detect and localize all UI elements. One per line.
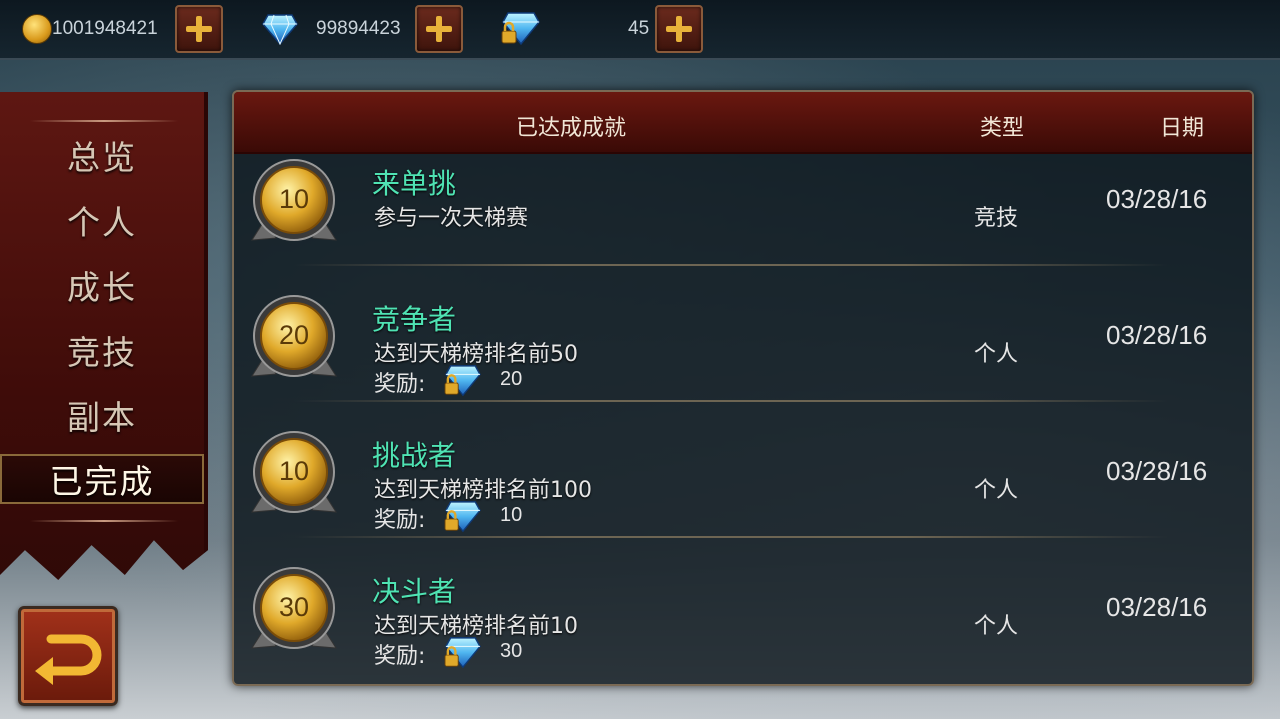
row-divider — [294, 264, 1168, 266]
achievement-title: 竞争者 — [372, 303, 457, 336]
back-button[interactable] — [18, 606, 118, 706]
sidebar-item-completed[interactable]: 已完成 — [0, 454, 204, 504]
achievement-title: 来单挑 — [372, 167, 457, 200]
add-bound-diamond-button[interactable] — [655, 5, 703, 53]
table-header: 已达成成就 类型 日期 — [234, 92, 1252, 154]
achievement-points: 10 — [278, 184, 310, 214]
sidebar-item-overview[interactable]: 总览 — [0, 130, 204, 180]
sidebar-item-personal[interactable]: 个人 — [0, 195, 204, 245]
diamond-amount: 99894423 — [316, 18, 401, 39]
reward-amount: 10 — [500, 504, 523, 526]
diamond-resource: 99894423 — [262, 4, 401, 54]
locked-diamond-icon — [444, 637, 481, 669]
reward-label: 奖励: — [374, 508, 426, 533]
achievement-row[interactable]: 30 决斗者 达到天梯榜排名前10 奖励: 30 个人 03/28/16 — [234, 562, 1252, 684]
achievement-title: 挑战者 — [372, 439, 457, 472]
reward-amount: 20 — [500, 368, 523, 390]
achievement-type: 个人 — [974, 478, 1019, 503]
locked-diamond-icon — [501, 12, 540, 46]
category-sidebar: 总览 个人 成长 竞技 副本 已完成 — [0, 92, 208, 581]
achievement-description: 达到天梯榜排名前100 — [374, 478, 592, 503]
add-gold-button[interactable] — [175, 5, 223, 53]
achievement-row[interactable]: 10 来单挑 参与一次天梯赛 竞技 03/28/16 — [234, 154, 1252, 290]
achievement-row[interactable]: 10 挑战者 达到天梯榜排名前100 奖励: 10 个人 03/28/16 — [234, 426, 1252, 562]
bound-diamond-amount: 45 — [628, 18, 650, 39]
gold-coin-icon — [22, 14, 52, 44]
achievement-date: 03/28/16 — [1106, 320, 1208, 350]
reward-label: 奖励: — [374, 372, 426, 397]
back-arrow-icon — [35, 634, 102, 685]
achievement-date: 03/28/16 — [1106, 184, 1208, 214]
row-divider — [294, 400, 1168, 402]
add-diamond-button[interactable] — [415, 5, 463, 53]
header-type: 类型 — [980, 116, 1025, 141]
sidebar-item-growth[interactable]: 成长 — [0, 260, 204, 310]
locked-diamond-icon — [444, 365, 481, 397]
reward-amount: 30 — [500, 640, 523, 662]
achievement-row[interactable]: 20 竞争者 达到天梯榜排名前50 奖励: 20 个人 03/28/16 — [234, 290, 1252, 426]
header-achievement: 已达成成就 — [516, 116, 627, 141]
sidebar-item-arena[interactable]: 竞技 — [0, 325, 204, 375]
sidebar-item-dungeon[interactable]: 副本 — [0, 390, 204, 440]
locked-diamond-icon — [444, 501, 481, 533]
achievement-type: 竞技 — [974, 206, 1019, 231]
achievement-date: 03/28/16 — [1106, 456, 1208, 486]
achievement-type: 个人 — [974, 614, 1019, 639]
achievement-date: 03/28/16 — [1106, 592, 1208, 622]
reward-label: 奖励: — [374, 644, 426, 669]
gold-resource: 1001948421 — [22, 4, 158, 54]
achievement-title: 决斗者 — [372, 575, 457, 608]
achievement-points: 20 — [278, 320, 310, 350]
diamond-icon — [262, 14, 298, 45]
achievement-description: 参与一次天梯赛 — [374, 206, 529, 231]
top-resource-bar: 1001948421 99894423 45 — [0, 0, 1280, 60]
gold-amount: 1001948421 — [52, 18, 158, 39]
bound-diamond-resource: 45 — [500, 4, 649, 54]
achievement-points: 10 — [278, 456, 310, 486]
achievement-type: 个人 — [974, 342, 1019, 367]
achievement-points: 30 — [278, 592, 310, 622]
row-divider — [294, 536, 1168, 538]
header-date: 日期 — [1160, 116, 1205, 141]
achievements-panel: 已达成成就 类型 日期 10 来单挑 参与一次天梯赛 竞技 03/28/16 2… — [232, 90, 1254, 686]
sidebar-divider — [30, 120, 178, 122]
sidebar-divider — [30, 520, 178, 522]
